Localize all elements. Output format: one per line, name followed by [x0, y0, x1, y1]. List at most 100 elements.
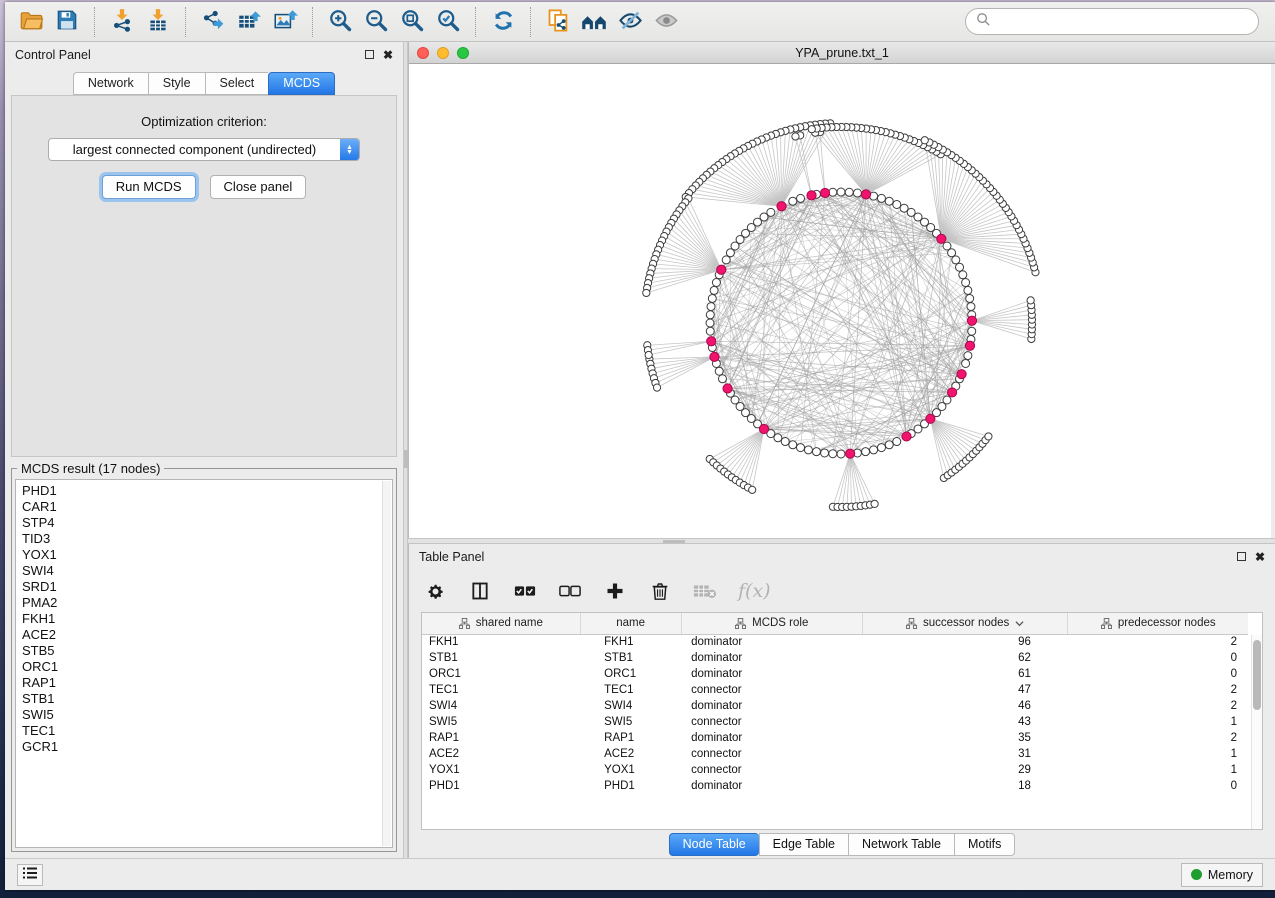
column-name[interactable]: name [580, 613, 681, 634]
table-cell[interactable]: 46 [862, 698, 1068, 714]
table-cell[interactable]: TEC1 [580, 682, 681, 698]
mcds-result-item[interactable]: SWI4 [22, 563, 392, 579]
mcds-hub-node[interactable] [937, 234, 946, 243]
mcds-hub-node[interactable] [926, 414, 935, 423]
mcds-hub-node[interactable] [807, 191, 816, 200]
table-cell[interactable]: dominator [681, 730, 862, 746]
mcds-result-item[interactable]: ACE2 [22, 627, 392, 643]
table-cell[interactable]: 29 [862, 762, 1068, 778]
mcds-result-item[interactable]: TID3 [22, 531, 392, 547]
network-leaf-node[interactable] [653, 384, 660, 391]
network-node[interactable] [964, 352, 972, 360]
network-node[interactable] [968, 327, 976, 335]
table-cell[interactable]: 2 [1068, 730, 1248, 746]
close-panel-button[interactable]: Close panel [210, 175, 307, 199]
mcds-hub-node[interactable] [846, 449, 855, 458]
table-cell[interactable]: dominator [681, 778, 862, 794]
network-node[interactable] [962, 359, 970, 367]
table-cell[interactable]: 62 [862, 650, 1068, 666]
table-cell[interactable]: dominator [681, 698, 862, 714]
network-node[interactable] [797, 444, 805, 452]
mcds-hub-node[interactable] [820, 188, 829, 197]
export-network-button[interactable] [195, 5, 231, 39]
table-cell[interactable]: 1 [1068, 746, 1248, 762]
network-node[interactable] [789, 441, 797, 449]
mcds-result-item[interactable]: TEC1 [22, 723, 392, 739]
network-node[interactable] [885, 441, 893, 449]
table-cell[interactable]: SWI4 [422, 698, 580, 714]
mcds-result-item[interactable]: YOX1 [22, 547, 392, 563]
network-leaf-node[interactable] [645, 351, 652, 358]
tab-select[interactable]: Select [205, 72, 269, 95]
table-cell[interactable]: connector [681, 714, 862, 730]
mcds-hub-node[interactable] [777, 202, 786, 211]
mcds-hub-node[interactable] [947, 388, 956, 397]
network-leaf-node[interactable] [808, 126, 815, 133]
network-node[interactable] [962, 279, 970, 287]
table-cell[interactable]: 0 [1068, 778, 1248, 794]
tab-network[interactable]: Network [73, 72, 148, 95]
tab-motifs[interactable]: Motifs [954, 833, 1015, 856]
network-node[interactable] [706, 319, 714, 327]
mcds-hub-node[interactable] [759, 424, 768, 433]
search-field[interactable] [965, 8, 1259, 35]
table-cell[interactable]: 0 [1068, 666, 1248, 682]
network-node[interactable] [956, 263, 964, 271]
table-scrollbar[interactable] [1251, 635, 1262, 829]
close-panel-icon[interactable]: ✖ [1255, 551, 1265, 563]
table-cell[interactable]: 47 [862, 682, 1068, 698]
table-cell[interactable]: SWI5 [580, 714, 681, 730]
network-node[interactable] [710, 286, 718, 294]
table-cell[interactable]: SWI4 [580, 698, 681, 714]
tab-node-table[interactable]: Node Table [669, 833, 759, 856]
network-node[interactable] [967, 303, 975, 311]
network-node[interactable] [812, 448, 820, 456]
delete-table-icon[interactable] [693, 579, 717, 603]
mcds-list-scrollbar[interactable] [382, 481, 391, 846]
import-network-button[interactable] [104, 5, 140, 39]
criterion-dropdown[interactable]: largest connected component (undirected)… [48, 138, 360, 161]
table-row[interactable]: RAP1RAP1dominator352 [422, 730, 1248, 746]
add-icon[interactable] [603, 579, 627, 603]
table-row[interactable]: SWI4SWI4dominator462 [422, 698, 1248, 714]
network-node[interactable] [829, 450, 837, 458]
table-row[interactable]: STB1STB1dominator620 [422, 650, 1248, 666]
table-cell[interactable]: dominator [681, 666, 862, 682]
mcds-hub-node[interactable] [902, 432, 911, 441]
network-node[interactable] [707, 303, 715, 311]
hide-selected-button[interactable] [612, 5, 648, 39]
network-node[interactable] [943, 242, 951, 250]
first-neighbors-button[interactable] [576, 5, 612, 39]
mcds-result-item[interactable]: SRD1 [22, 579, 392, 595]
table-cell[interactable]: 31 [862, 746, 1068, 762]
splitter-grip[interactable] [404, 450, 408, 468]
table-row[interactable]: ORC1ORC1dominator610 [422, 666, 1248, 682]
mcds-result-item[interactable]: FKH1 [22, 611, 392, 627]
network-node[interactable] [845, 188, 853, 196]
export-image-button[interactable] [267, 5, 303, 39]
mcds-hub-node[interactable] [707, 337, 716, 346]
table-cell[interactable]: RAP1 [580, 730, 681, 746]
mcds-hub-node[interactable] [723, 384, 732, 393]
float-panel-icon[interactable] [365, 49, 374, 61]
table-cell[interactable]: 2 [1068, 698, 1248, 714]
column-mcds-role[interactable]: MCDS role [681, 613, 862, 634]
table-cell[interactable]: 1 [1068, 762, 1248, 778]
zoom-in-button[interactable] [322, 5, 358, 39]
refresh-button[interactable] [485, 5, 521, 39]
network-node[interactable] [797, 194, 805, 202]
table-row[interactable]: TEC1TEC1connector472 [422, 682, 1248, 698]
mcds-hub-node[interactable] [717, 265, 726, 274]
zoom-out-button[interactable] [358, 5, 394, 39]
network-node[interactable] [774, 434, 782, 442]
table-cell[interactable]: connector [681, 682, 862, 698]
table-cell[interactable]: FKH1 [580, 634, 681, 650]
network-node[interactable] [893, 200, 901, 208]
network-node[interactable] [907, 208, 915, 216]
network-node[interactable] [726, 249, 734, 257]
network-node[interactable] [877, 444, 885, 452]
network-node[interactable] [862, 448, 870, 456]
table-row[interactable]: ACE2ACE2connector311 [422, 746, 1248, 762]
table-cell[interactable]: connector [681, 746, 862, 762]
zoom-selected-button[interactable] [430, 5, 466, 39]
